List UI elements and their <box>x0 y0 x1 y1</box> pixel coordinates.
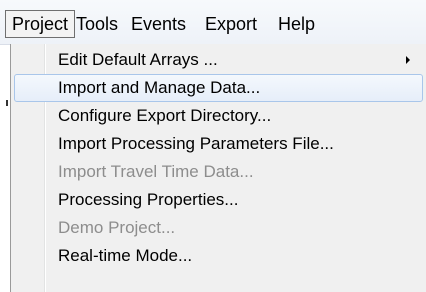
menu-item-label: Processing Properties... <box>58 190 239 209</box>
menu-events[interactable]: Events <box>131 11 186 37</box>
menu-item-real-time-mode[interactable]: Real-time Mode... <box>11 242 424 270</box>
menu-tools[interactable]: Tools <box>76 11 118 37</box>
menu-item-label: Real-time Mode... <box>58 246 193 265</box>
window-edge-mark <box>6 100 8 106</box>
chevron-right-icon <box>406 56 410 64</box>
menu-bar: Project Tools Events Export Help <box>0 0 426 45</box>
menu-export[interactable]: Export <box>205 11 257 37</box>
menu-item-label: Import Travel Time Data... <box>58 162 254 181</box>
menu-item-label: Demo Project... <box>58 218 176 237</box>
menu-item-label: Import and Manage Data... <box>58 78 261 97</box>
menu-item-label: Edit Default Arrays ... <box>58 50 218 69</box>
menu-item-edit-default-arrays[interactable]: Edit Default Arrays ... <box>11 46 424 74</box>
menu-item-demo-project: Demo Project... <box>11 214 424 242</box>
menu-project[interactable]: Project <box>5 10 76 38</box>
menu-item-configure-export-directory[interactable]: Configure Export Directory... <box>11 102 424 130</box>
menu-help[interactable]: Help <box>278 11 315 37</box>
project-dropdown-menu: Edit Default Arrays ... Import and Manag… <box>10 44 426 292</box>
menu-item-import-and-manage-data[interactable]: Import and Manage Data... <box>14 74 423 102</box>
menu-item-label: Import Processing Parameters File... <box>58 134 334 153</box>
menu-item-import-processing-parameters-file[interactable]: Import Processing Parameters File... <box>11 130 424 158</box>
menu-item-import-travel-time-data: Import Travel Time Data... <box>11 158 424 186</box>
menu-item-processing-properties[interactable]: Processing Properties... <box>11 186 424 214</box>
menu-item-label: Configure Export Directory... <box>58 106 272 125</box>
